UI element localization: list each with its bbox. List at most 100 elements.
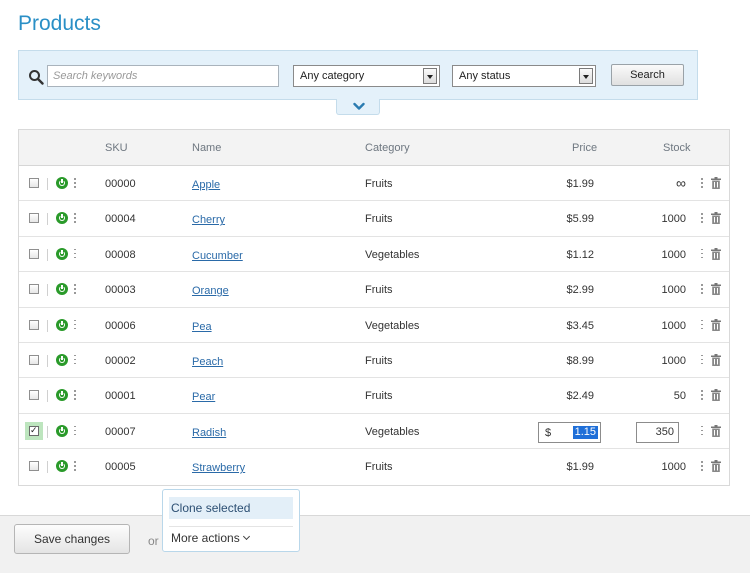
power-icon[interactable] [56,424,68,437]
price-cell: $1.99 [566,461,594,474]
trash-icon[interactable] [711,212,721,225]
sku-cell: 00002 [105,354,136,367]
product-name-link[interactable]: Cucumber [192,250,243,262]
drag-handle-icon[interactable] [73,461,76,473]
power-icon[interactable] [56,247,68,260]
drag-handle-icon[interactable] [73,284,76,296]
stock-input[interactable]: 350 [636,421,679,443]
table-row: 00006 Pea Vegetables $3.45 1000 [19,307,729,343]
table-header: SKU Name Category Price Stock [19,130,729,166]
divider [169,526,293,527]
sku-cell: 00003 [105,284,136,297]
column-header-category[interactable]: Category [365,142,410,154]
power-icon[interactable] [56,177,68,189]
drag-handle-icon[interactable] [73,213,76,225]
table-row: 00001 Pear Fruits $2.49 50 [19,378,729,414]
product-name-link[interactable]: Peach [192,356,223,368]
more-actions-button[interactable]: More actions [171,531,250,545]
divider [47,390,48,403]
trash-icon[interactable] [711,460,721,473]
stock-cell: 1000 [661,213,686,226]
trash-icon[interactable] [711,247,721,260]
row-checkbox[interactable] [29,248,39,259]
more-menu-icon[interactable] [700,425,703,438]
drag-handle-icon[interactable] [73,390,76,402]
row-checkbox[interactable] [29,319,39,330]
column-header-name[interactable]: Name [192,142,221,154]
divider [47,319,48,332]
power-icon[interactable] [56,389,68,402]
more-menu-icon[interactable] [700,178,703,190]
more-menu-icon[interactable] [700,284,703,296]
category-select-value: Any category [300,70,365,82]
row-checkbox[interactable] [29,178,39,188]
category-cell: Vegetables [365,248,420,261]
more-actions-label: More actions [171,531,240,545]
column-header-sku[interactable]: SKU [105,142,128,154]
page-title: Products [18,12,101,35]
search-panel: Any category Any status Search [18,50,698,100]
price-cell: $8.99 [566,354,594,367]
more-menu-icon[interactable] [700,319,703,332]
stock-cell: 1000 [661,248,686,261]
trash-icon[interactable] [711,318,721,331]
product-name-link[interactable]: Cherry [192,214,225,226]
price-input[interactable]: $1.15 [538,421,601,443]
more-menu-icon[interactable] [700,248,703,261]
category-cell: Vegetables [365,319,420,332]
category-cell: Fruits [365,390,393,403]
product-name-link[interactable]: Pear [192,391,215,403]
row-checkbox[interactable] [29,461,39,472]
stock-cell: 1000 [661,354,686,367]
category-cell: Fruits [365,461,393,474]
more-menu-icon[interactable] [700,461,703,473]
search-button[interactable]: Search [611,64,684,86]
save-changes-button[interactable]: Save changes [14,524,130,554]
check-icon [29,425,39,436]
row-checkbox[interactable] [29,390,39,401]
product-name-link[interactable]: Apple [192,179,220,191]
row-checkbox[interactable] [29,213,39,224]
expand-filters-toggle[interactable] [336,99,380,115]
product-name-link[interactable]: Pea [192,321,212,333]
clone-selected-button[interactable]: Clone selected [169,497,293,519]
price-cell: $5.99 [566,213,594,226]
row-checkbox[interactable] [29,354,39,365]
product-name-link[interactable]: Radish [192,427,226,439]
more-menu-icon[interactable] [700,354,703,367]
category-cell: Fruits [365,284,393,297]
column-header-price[interactable]: Price [572,142,597,154]
row-checkbox[interactable] [25,421,43,440]
power-icon[interactable] [56,283,68,296]
power-icon[interactable] [56,460,68,473]
divider [47,284,48,297]
power-icon[interactable] [56,212,68,225]
category-select[interactable]: Any category [293,65,440,87]
trash-icon[interactable] [711,389,721,402]
search-keywords-input[interactable] [47,65,279,87]
stock-cell: ∞ [676,175,686,191]
stock-cell: 1000 [661,319,686,332]
power-icon[interactable] [56,318,68,331]
power-icon[interactable] [56,353,68,366]
trash-icon[interactable] [711,424,721,437]
table-row: 00000 Apple Fruits $1.99 ∞ [19,166,729,202]
drag-handle-icon[interactable] [73,425,76,438]
trash-icon[interactable] [711,353,721,366]
trash-icon[interactable] [711,177,721,189]
chevron-down-icon [423,68,437,84]
more-menu-icon[interactable] [700,213,703,225]
sku-cell: 00000 [105,178,136,190]
trash-icon[interactable] [711,283,721,296]
drag-handle-icon[interactable] [73,354,76,367]
drag-handle-icon[interactable] [73,319,76,332]
drag-handle-icon[interactable] [73,178,76,190]
row-checkbox[interactable] [29,284,39,295]
product-name-link[interactable]: Strawberry [192,462,245,474]
column-header-stock[interactable]: Stock [663,142,691,154]
drag-handle-icon[interactable] [73,248,76,261]
product-name-link[interactable]: Orange [192,285,229,297]
price-input-value: 1.15 [572,425,598,439]
status-select[interactable]: Any status [452,65,596,87]
more-menu-icon[interactable] [700,390,703,402]
